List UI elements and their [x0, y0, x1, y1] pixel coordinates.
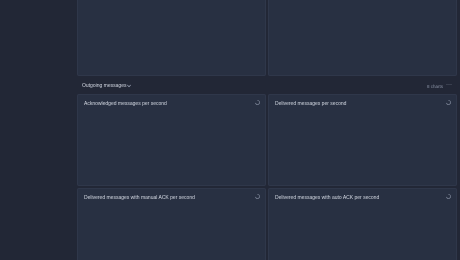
loading-spinner-icon [255, 100, 260, 105]
row-chart-count: 8 charts [426, 83, 443, 89]
panel-title: Delivered messages with manual ACK per s… [84, 195, 195, 201]
row-title[interactable]: Outgoing messages [82, 83, 126, 89]
loading-spinner-icon [446, 100, 451, 105]
panel-title: Acknowledged messages per second [84, 101, 167, 107]
panel-delivered-auto-ack: Delivered messages with auto ACK per sec… [268, 188, 457, 260]
panel-top-right [268, 0, 457, 76]
dashboard-page: Outgoing messages 8 charts ··· Acknowled… [0, 0, 460, 260]
panel-delivered-messages: Delivered messages per second [268, 94, 457, 186]
loading-spinner-icon [255, 194, 260, 199]
side-menu-area [0, 0, 76, 260]
panel-title: Delivered messages with auto ACK per sec… [275, 195, 380, 201]
loading-spinner-icon [446, 194, 451, 199]
panel-acknowledged-messages: Acknowledged messages per second [77, 94, 266, 186]
row-header-outgoing-messages[interactable]: Outgoing messages 8 charts ··· [77, 79, 457, 93]
panel-top-left [77, 0, 266, 76]
panel-delivered-manual-ack: Delivered messages with manual ACK per s… [77, 188, 266, 260]
panel-title: Delivered messages per second [275, 101, 347, 107]
more-horizontal-icon[interactable]: ··· [445, 82, 453, 89]
chevron-down-icon[interactable] [126, 83, 132, 89]
